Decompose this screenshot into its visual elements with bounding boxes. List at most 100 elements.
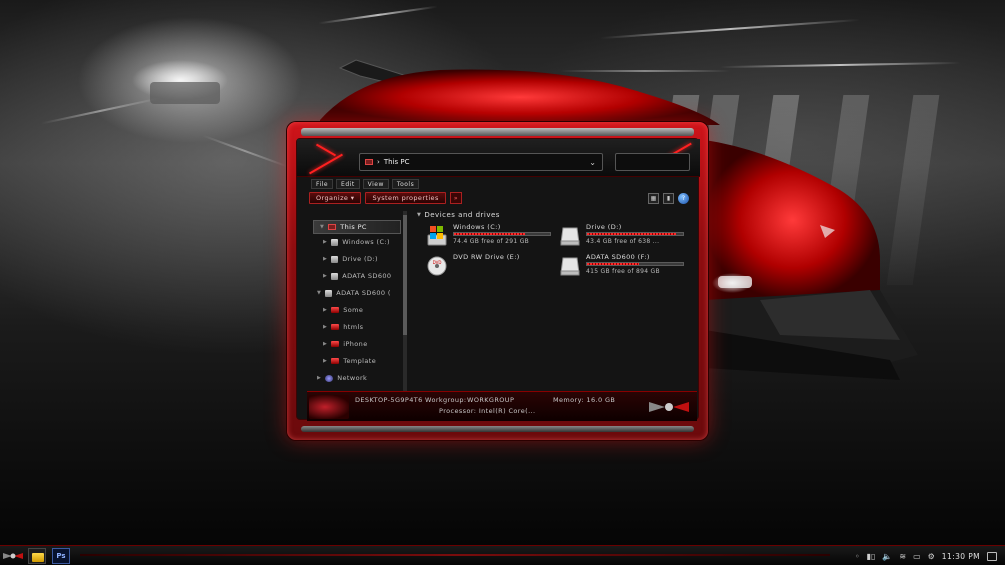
nav-scrollbar[interactable]: [403, 211, 407, 397]
expand-arrow-icon: ▶: [323, 256, 328, 262]
expand-arrow-icon: ▼: [317, 290, 322, 296]
taskbar-accent-line: [80, 554, 830, 556]
drive-icon: [331, 255, 339, 263]
expand-arrow-icon: ▶: [323, 307, 328, 313]
dvd-drive-icon: DVD: [427, 256, 447, 276]
collapse-arrow-icon: ▼: [417, 212, 422, 218]
folder-icon: [331, 324, 340, 330]
drive-usage-fill: [454, 233, 526, 235]
corvette-logo-icon: [649, 402, 689, 412]
folder-icon: [32, 553, 44, 562]
window-top-strip: [301, 128, 694, 136]
scrollbar-thumb[interactable]: [403, 215, 407, 335]
network-icon: [325, 374, 334, 382]
tree-item-windows-c[interactable]: ▶ Windows (C:): [323, 238, 390, 246]
drive-usage-bar: [453, 232, 551, 236]
navigation-pane: ▼ This PC ▶ Windows (C:) ▶ Drive (D:) ▶ …: [313, 217, 409, 395]
folder-icon: [331, 341, 340, 347]
address-path: This PC: [383, 158, 410, 166]
menu-view[interactable]: View: [362, 179, 389, 189]
content-pane: ▼ Devices and drives Windows (C:) 74.4 G…: [415, 211, 700, 397]
tree-item-htmls[interactable]: ▶ htmls: [323, 323, 363, 331]
drive-name: DVD RW Drive (E:): [453, 253, 520, 261]
keyboard-icon[interactable]: ▭: [913, 552, 921, 561]
tree-label: ADATA SD600: [342, 272, 392, 280]
network-icon[interactable]: ≋: [899, 552, 906, 561]
drive-free-space: 415 GB free of 894 GB: [586, 268, 660, 275]
menu-tools[interactable]: Tools: [391, 179, 420, 189]
group-header-devices[interactable]: ▼ Devices and drives: [417, 211, 500, 219]
organize-button[interactable]: Organize ▾: [309, 192, 362, 204]
workgroup-value: WORKGROUP: [467, 396, 515, 404]
tree-item-some[interactable]: ▶ Some: [323, 306, 363, 314]
tree-label: Windows (C:): [342, 238, 390, 246]
search-input[interactable]: [615, 153, 690, 171]
drive-tile-windows-c[interactable]: Windows (C:) 74.4 GB free of 291 GB: [427, 223, 557, 251]
explorer-window: › This PC ⌄ ↻ File Edit View Tools Organ…: [287, 122, 708, 440]
settings-gear-icon[interactable]: ⚙: [928, 552, 935, 561]
drive-tile-drive-d[interactable]: Drive (D:) 43.4 GB free of 638 ...: [560, 223, 690, 251]
tree-label: Template: [343, 357, 377, 365]
help-icon[interactable]: ?: [678, 192, 689, 204]
menu-edit[interactable]: Edit: [336, 179, 360, 189]
drive-icon: [331, 238, 339, 246]
folder-icon: [331, 358, 340, 364]
view-options-icon[interactable]: ▦: [648, 192, 659, 204]
tree-label: Some: [343, 306, 364, 314]
address-chevron-icon: ›: [377, 158, 380, 166]
volume-icon[interactable]: 🔈: [882, 552, 892, 561]
tree-label: Drive (D:): [342, 255, 378, 263]
system-properties-button[interactable]: System properties: [365, 192, 446, 204]
notifications-icon[interactable]: [987, 551, 997, 561]
preview-pane-icon[interactable]: ▮: [663, 192, 674, 204]
folder-icon: [331, 307, 340, 313]
taskbar-file-explorer[interactable]: [28, 548, 46, 564]
drive-free-space: 43.4 GB free of 638 ...: [586, 238, 660, 245]
pc-thumbnail: [309, 395, 349, 419]
computer-icon: [328, 224, 337, 230]
menu-file[interactable]: File: [311, 179, 334, 189]
drive-name: Drive (D:): [586, 223, 622, 231]
system-tray: ◦ ▮▯ 🔈 ≋ ▭ ⚙ 11:30 PM: [855, 548, 1005, 564]
window-bottom-strip: [301, 426, 694, 432]
title-bar: › This PC ⌄ ↻: [297, 139, 700, 177]
drive-usage-fill: [587, 233, 677, 235]
more-commands-button[interactable]: »: [449, 192, 462, 204]
workgroup-label: Workgroup:: [425, 396, 467, 404]
clock[interactable]: 11:30 PM: [942, 552, 980, 561]
drive-usage-bar: [586, 262, 684, 266]
drive-tile-dvd-e[interactable]: DVD DVD RW Drive (E:): [427, 253, 557, 281]
taskbar-photoshop[interactable]: Ps: [52, 548, 70, 564]
tree-item-this-pc[interactable]: ▼ This PC: [313, 220, 401, 234]
memory-info: Memory: 16.0 GB: [553, 396, 616, 404]
pc-name: DESKTOP-5G9P4T6: [355, 396, 423, 404]
tree-item-network[interactable]: ▶ Network: [317, 374, 367, 382]
drive-name: Windows (C:): [453, 223, 501, 231]
drive-tile-adata-f[interactable]: ADATA SD600 (F:) 415 GB free of 894 GB: [560, 253, 690, 281]
tree-label: ADATA SD600 (: [336, 289, 391, 297]
windows-drive-icon: [427, 226, 447, 246]
tree-item-template[interactable]: ▶ Template: [323, 357, 376, 365]
battery-icon[interactable]: ▮▯: [867, 552, 876, 561]
tree-label: Network: [337, 374, 368, 382]
expand-arrow-icon: ▶: [323, 239, 328, 245]
hard-drive-icon: [560, 227, 580, 246]
command-bar: Organize ▾ System properties » ▦ ▮ ?: [309, 191, 689, 205]
address-bar[interactable]: › This PC ⌄ ↻: [359, 153, 622, 171]
tree-item-drive-d[interactable]: ▶ Drive (D:): [323, 255, 378, 263]
chevron-down-icon[interactable]: ⌄: [589, 158, 596, 167]
details-pane: DESKTOP-5G9P4T6 Workgroup: WORKGROUP Mem…: [307, 391, 697, 421]
processor-info: Processor: Intel(R) Core(...: [439, 407, 536, 415]
tree-label: htmls: [343, 323, 364, 331]
expand-arrow-icon: ▶: [317, 375, 322, 381]
drive-free-space: 74.4 GB free of 291 GB: [453, 238, 530, 245]
drive-name: ADATA SD600 (F:): [586, 253, 650, 261]
tree-label: iPhone: [343, 340, 368, 348]
tree-item-iphone[interactable]: ▶ iPhone: [323, 340, 368, 348]
start-button[interactable]: [2, 548, 24, 564]
expand-arrow-icon: ▶: [323, 341, 328, 347]
show-hidden-icons-icon[interactable]: ◦: [855, 552, 860, 561]
expand-arrow-icon: ▶: [323, 324, 328, 330]
tree-item-adata[interactable]: ▶ ADATA SD600: [323, 272, 391, 280]
tree-item-adata-f[interactable]: ▼ ADATA SD600 (: [317, 289, 391, 297]
